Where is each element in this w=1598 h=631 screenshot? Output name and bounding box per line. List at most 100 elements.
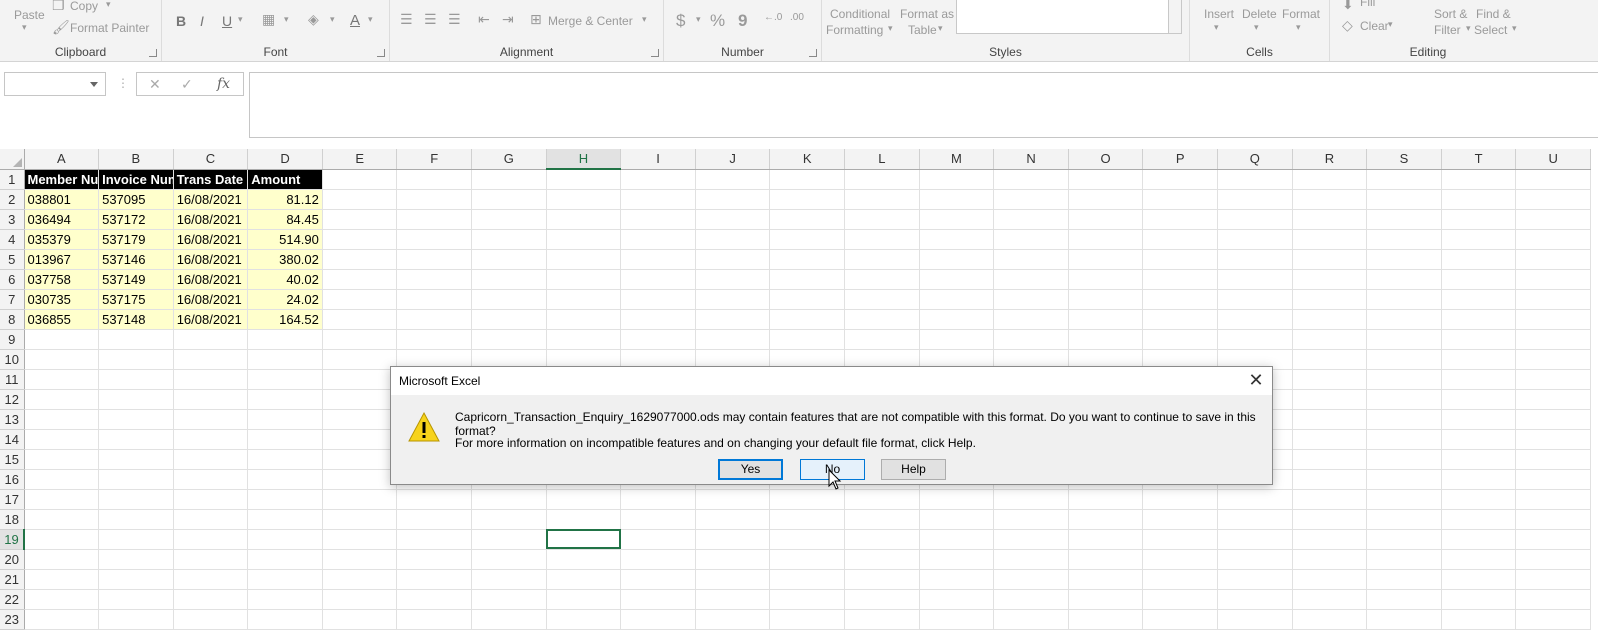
cell-k6[interactable] <box>769 269 846 290</box>
cell-s6[interactable] <box>1366 269 1442 290</box>
cell-k18[interactable] <box>769 509 846 530</box>
cell-n5[interactable] <box>993 249 1069 270</box>
cell-e8[interactable] <box>322 309 398 330</box>
cell-r14[interactable] <box>1292 429 1368 450</box>
cell-u23[interactable] <box>1515 609 1591 630</box>
clear-button[interactable]: Clear <box>1360 19 1389 33</box>
cell-t9[interactable] <box>1441 329 1517 350</box>
cell-t20[interactable] <box>1441 549 1517 570</box>
cell-d14[interactable] <box>247 429 323 450</box>
row-header-13[interactable]: 13 <box>0 409 25 430</box>
cell-a2[interactable]: 038801 <box>24 189 100 210</box>
cell-l4[interactable] <box>844 229 920 250</box>
cell-b19[interactable] <box>98 529 174 550</box>
cell-s1[interactable] <box>1366 169 1442 190</box>
cell-a5[interactable]: 013967 <box>24 249 100 270</box>
cell-t15[interactable] <box>1441 449 1517 470</box>
italic-button[interactable]: I <box>200 13 204 29</box>
cell-a12[interactable] <box>24 389 100 410</box>
cell-a14[interactable] <box>24 429 100 450</box>
currency-button[interactable]: $ <box>676 11 685 31</box>
cell-n23[interactable] <box>993 609 1069 630</box>
cell-d11[interactable] <box>247 369 323 390</box>
cell-t8[interactable] <box>1441 309 1517 330</box>
currency-dropdown-icon[interactable]: ▾ <box>696 14 701 25</box>
cell-d10[interactable] <box>247 349 323 370</box>
cell-e18[interactable] <box>322 509 398 530</box>
cell-q8[interactable] <box>1217 309 1293 330</box>
row-header-4[interactable]: 4 <box>0 229 25 250</box>
cell-r2[interactable] <box>1292 189 1368 210</box>
cell-n9[interactable] <box>993 329 1069 350</box>
cell-m23[interactable] <box>919 609 995 630</box>
cell-g23[interactable] <box>471 609 547 630</box>
font-color-dropdown-icon[interactable]: ▾ <box>368 14 373 25</box>
cell-u17[interactable] <box>1515 489 1591 510</box>
cell-k2[interactable] <box>769 189 846 210</box>
cancel-icon[interactable]: ✕ <box>149 76 161 93</box>
cell-r3[interactable] <box>1292 209 1368 230</box>
row-header-2[interactable]: 2 <box>0 189 25 210</box>
cell-l21[interactable] <box>844 569 920 590</box>
cell-a3[interactable]: 036494 <box>24 209 100 230</box>
cell-n21[interactable] <box>993 569 1069 590</box>
cell-b18[interactable] <box>98 509 174 530</box>
cell-b5[interactable]: 537146 <box>98 249 174 270</box>
cell-o18[interactable] <box>1068 509 1144 530</box>
cell-c22[interactable] <box>173 589 249 610</box>
cell-g22[interactable] <box>471 589 547 610</box>
cell-u8[interactable] <box>1515 309 1591 330</box>
cell-j5[interactable] <box>695 249 771 270</box>
cell-i9[interactable] <box>620 329 696 350</box>
cell-s18[interactable] <box>1366 509 1442 530</box>
cell-j23[interactable] <box>695 609 771 630</box>
cell-m1[interactable] <box>919 169 995 190</box>
cell-u2[interactable] <box>1515 189 1591 210</box>
cell-o17[interactable] <box>1068 489 1144 510</box>
insert-function-button[interactable]: fx <box>217 76 230 92</box>
cell-h8[interactable] <box>546 309 622 330</box>
format-as-table-button[interactable]: Format as <box>900 7 954 21</box>
cell-f1[interactable] <box>396 169 473 190</box>
cell-c17[interactable] <box>173 489 249 510</box>
formula-input[interactable] <box>249 72 1598 138</box>
cell-t11[interactable] <box>1441 369 1517 390</box>
cell-r20[interactable] <box>1292 549 1368 570</box>
cell-s8[interactable] <box>1366 309 1442 330</box>
cell-l19[interactable] <box>844 529 920 550</box>
cell-t10[interactable] <box>1441 349 1517 370</box>
cell-r1[interactable] <box>1292 169 1368 190</box>
cell-g20[interactable] <box>471 549 547 570</box>
cell-l23[interactable] <box>844 609 920 630</box>
cell-u18[interactable] <box>1515 509 1591 530</box>
cell-c11[interactable] <box>173 369 249 390</box>
column-header-o[interactable]: O <box>1068 149 1144 170</box>
cell-m8[interactable] <box>919 309 995 330</box>
cell-f7[interactable] <box>396 289 473 310</box>
cell-i3[interactable] <box>620 209 696 230</box>
cell-o7[interactable] <box>1068 289 1144 310</box>
cell-t6[interactable] <box>1441 269 1517 290</box>
cell-u13[interactable] <box>1515 409 1591 430</box>
cell-l1[interactable] <box>844 169 920 190</box>
cell-j20[interactable] <box>695 549 771 570</box>
cell-g9[interactable] <box>471 329 547 350</box>
number-launcher-icon[interactable] <box>809 49 817 57</box>
cell-s4[interactable] <box>1366 229 1442 250</box>
borders-dropdown-icon[interactable]: ▾ <box>284 14 289 25</box>
cell-t19[interactable] <box>1441 529 1517 550</box>
cell-m22[interactable] <box>919 589 995 610</box>
cell-m20[interactable] <box>919 549 995 570</box>
cell-r19[interactable] <box>1292 529 1368 550</box>
close-icon[interactable]: ✕ <box>1246 371 1266 391</box>
find-dropdown-icon[interactable]: ▾ <box>1512 23 1517 34</box>
cell-c21[interactable] <box>173 569 249 590</box>
cell-i23[interactable] <box>620 609 696 630</box>
cell-m3[interactable] <box>919 209 995 230</box>
cell-b4[interactable]: 537179 <box>98 229 174 250</box>
cell-d21[interactable] <box>247 569 323 590</box>
cell-e12[interactable] <box>322 389 398 410</box>
cell-n19[interactable] <box>993 529 1069 550</box>
cell-m2[interactable] <box>919 189 995 210</box>
cell-a20[interactable] <box>24 549 100 570</box>
